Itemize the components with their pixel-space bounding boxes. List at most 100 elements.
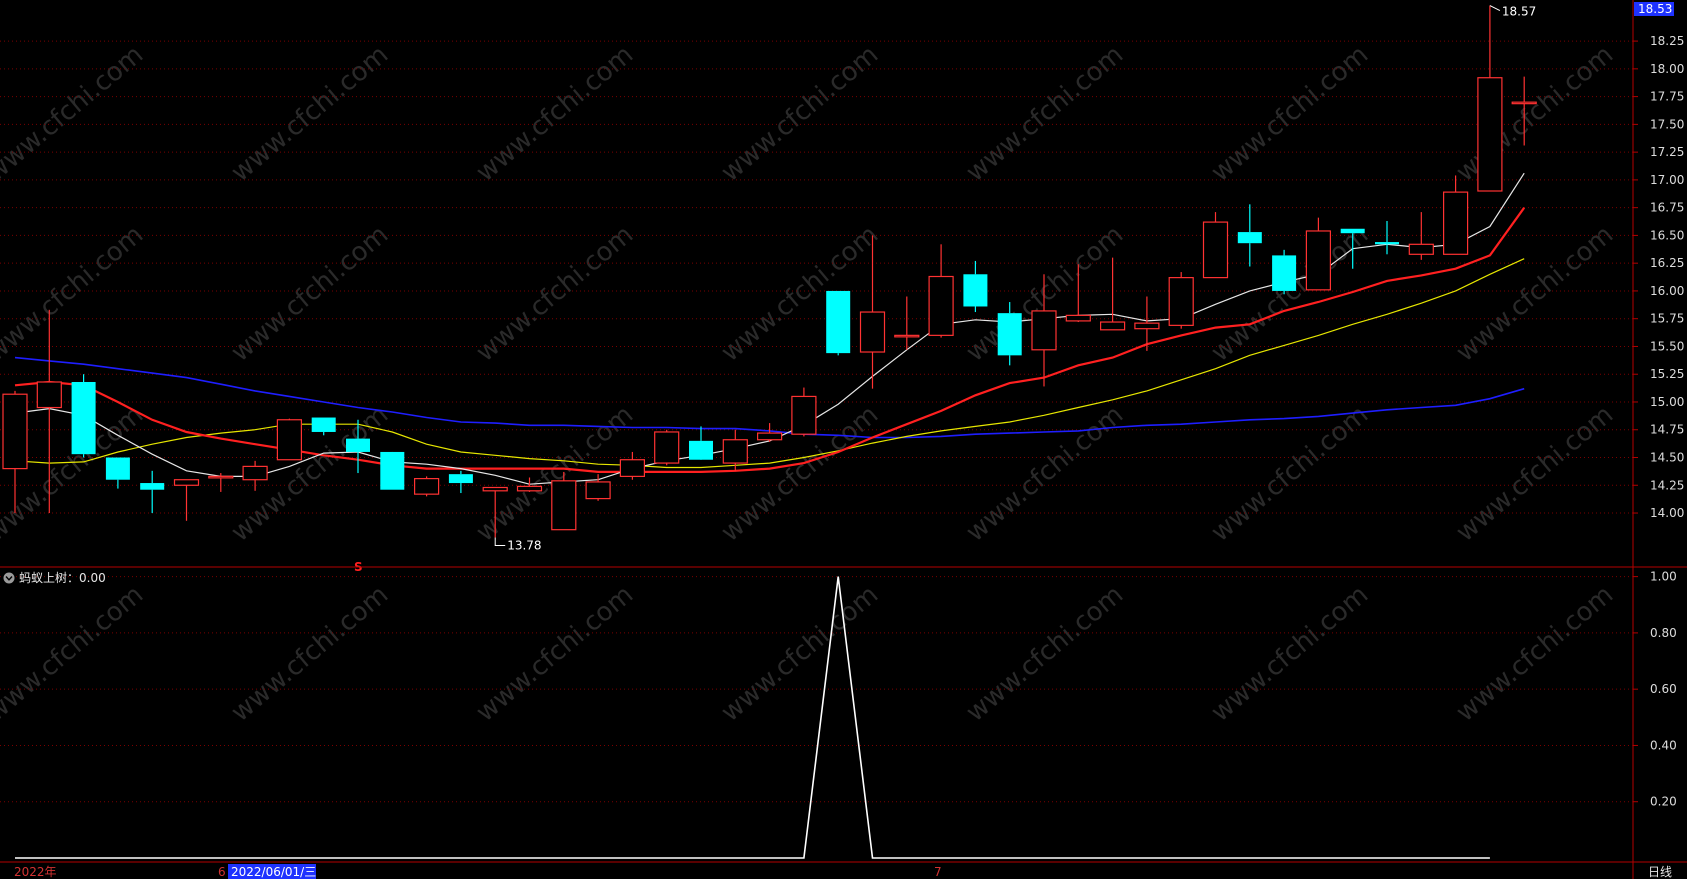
candle-body	[105, 457, 130, 480]
candle-body	[1031, 310, 1057, 351]
watermark-layer: www.cfchi.com www.cfchi.com www.cfchi.com w…	[0, 40, 1619, 728]
candle-body	[963, 274, 988, 307]
candle	[1168, 272, 1194, 329]
period-label[interactable]: 日线	[1648, 865, 1672, 879]
candle-body	[1477, 77, 1503, 192]
candle	[791, 387, 817, 437]
candle	[173, 479, 200, 521]
watermark: www.cfchi.com	[471, 580, 640, 728]
candle	[380, 451, 405, 490]
candle-body	[1168, 277, 1194, 326]
candle	[1305, 217, 1332, 291]
price-tick-label: 16.00	[1650, 284, 1684, 298]
candle	[585, 474, 611, 501]
chevron-down-icon[interactable]	[3, 572, 15, 584]
candle-body	[173, 479, 200, 486]
candle-body	[826, 290, 851, 354]
watermark: www.cfchi.com	[1451, 400, 1620, 548]
candle-body	[894, 334, 920, 338]
candle-body	[997, 313, 1022, 356]
candle	[1477, 5, 1503, 192]
price-tick-label: 14.25	[1650, 478, 1684, 492]
price-y-ticks: 18.25 18.00 17.75 17.50 17.25 17.00 16.75 16.50…	[1633, 34, 1684, 520]
max-price-label: 18.57	[1502, 5, 1536, 19]
watermark: www.cfchi.com	[1206, 580, 1375, 728]
candle-body	[1305, 230, 1332, 291]
stock-chart[interactable]: www.cfchi.com www.cfchi.com www.cfchi.com w…	[0, 0, 1687, 879]
candle-body	[448, 474, 473, 484]
indicator-title[interactable]: 蚂蚁上树：0.00	[3, 570, 106, 585]
price-tick-label: 14.00	[1650, 506, 1684, 520]
candle-body	[756, 432, 783, 441]
candle	[242, 460, 268, 491]
watermark: www.cfchi.com	[961, 580, 1130, 728]
candle-body	[346, 438, 370, 452]
candle-body	[791, 395, 817, 435]
candle-body	[414, 478, 440, 495]
indicator-title-text: 蚂蚁上树：0.00	[19, 570, 106, 585]
candle	[140, 470, 165, 514]
candle-body	[1408, 243, 1434, 255]
candle-body	[311, 417, 336, 432]
candle	[689, 426, 713, 460]
candle-body	[1237, 232, 1262, 244]
candle-body	[140, 483, 165, 490]
price-tick-label: 16.75	[1650, 201, 1684, 215]
candle	[826, 290, 851, 356]
watermark: www.cfchi.com	[1451, 220, 1620, 368]
candle-body	[1375, 242, 1399, 245]
indicator-tick-label: 1.00	[1650, 570, 1677, 584]
indicator-tick-label: 0.40	[1650, 738, 1677, 752]
price-tick-label: 15.50	[1650, 339, 1684, 353]
candle-body	[859, 311, 886, 353]
price-tick-label: 17.50	[1650, 117, 1684, 131]
price-tick-label: 18.25	[1650, 34, 1684, 48]
indicator-tick-label: 0.80	[1650, 626, 1677, 640]
month-7-label: 7	[934, 865, 942, 879]
candle-body	[380, 451, 405, 490]
candle	[894, 296, 920, 350]
watermark: www.cfchi.com	[716, 40, 885, 188]
candle-body	[36, 381, 62, 409]
candle-body	[689, 440, 713, 460]
watermark: www.cfchi.com	[1206, 400, 1375, 548]
candle-body	[1340, 228, 1365, 234]
candle-body	[1134, 322, 1160, 330]
candle-body	[1272, 255, 1297, 291]
candle-body	[1099, 321, 1126, 331]
candle-body	[1511, 101, 1537, 105]
candle	[208, 473, 234, 492]
candle-body	[1442, 191, 1469, 255]
price-tick-label: 15.75	[1650, 312, 1684, 326]
price-tick-label: 16.50	[1650, 228, 1684, 242]
watermark: www.cfchi.com	[226, 580, 395, 728]
candle	[1442, 175, 1469, 255]
candle	[551, 471, 577, 531]
price-tick-label: 17.00	[1650, 173, 1684, 187]
date-label: 2022/06/01/三	[231, 865, 316, 879]
candle	[619, 451, 646, 480]
watermark: www.cfchi.com	[961, 400, 1130, 548]
candle	[414, 476, 440, 497]
candle-body	[208, 475, 234, 479]
price-tick-label: 14.50	[1650, 451, 1684, 465]
indicator-tick-label: 0.20	[1650, 795, 1677, 809]
year-label: 2022年	[14, 865, 57, 879]
candle-body	[654, 431, 680, 464]
candle	[71, 374, 96, 458]
price-tick-label: 15.00	[1650, 395, 1684, 409]
max-marker-line	[1489, 5, 1501, 11]
candle-body	[242, 465, 268, 481]
candle-body	[551, 480, 577, 531]
watermark: www.cfchi.com	[1451, 40, 1620, 188]
last-price-label: 18.53	[1638, 2, 1672, 16]
candle	[1272, 249, 1297, 295]
watermark: www.cfchi.com	[0, 40, 149, 188]
candle	[1375, 220, 1399, 255]
candle	[654, 429, 680, 466]
candle	[756, 423, 783, 442]
indicator-tick-label: 0.60	[1650, 682, 1677, 696]
price-tick-label: 17.75	[1650, 90, 1684, 104]
min-price-label: 13.78	[507, 538, 541, 552]
candle-body	[928, 275, 954, 336]
